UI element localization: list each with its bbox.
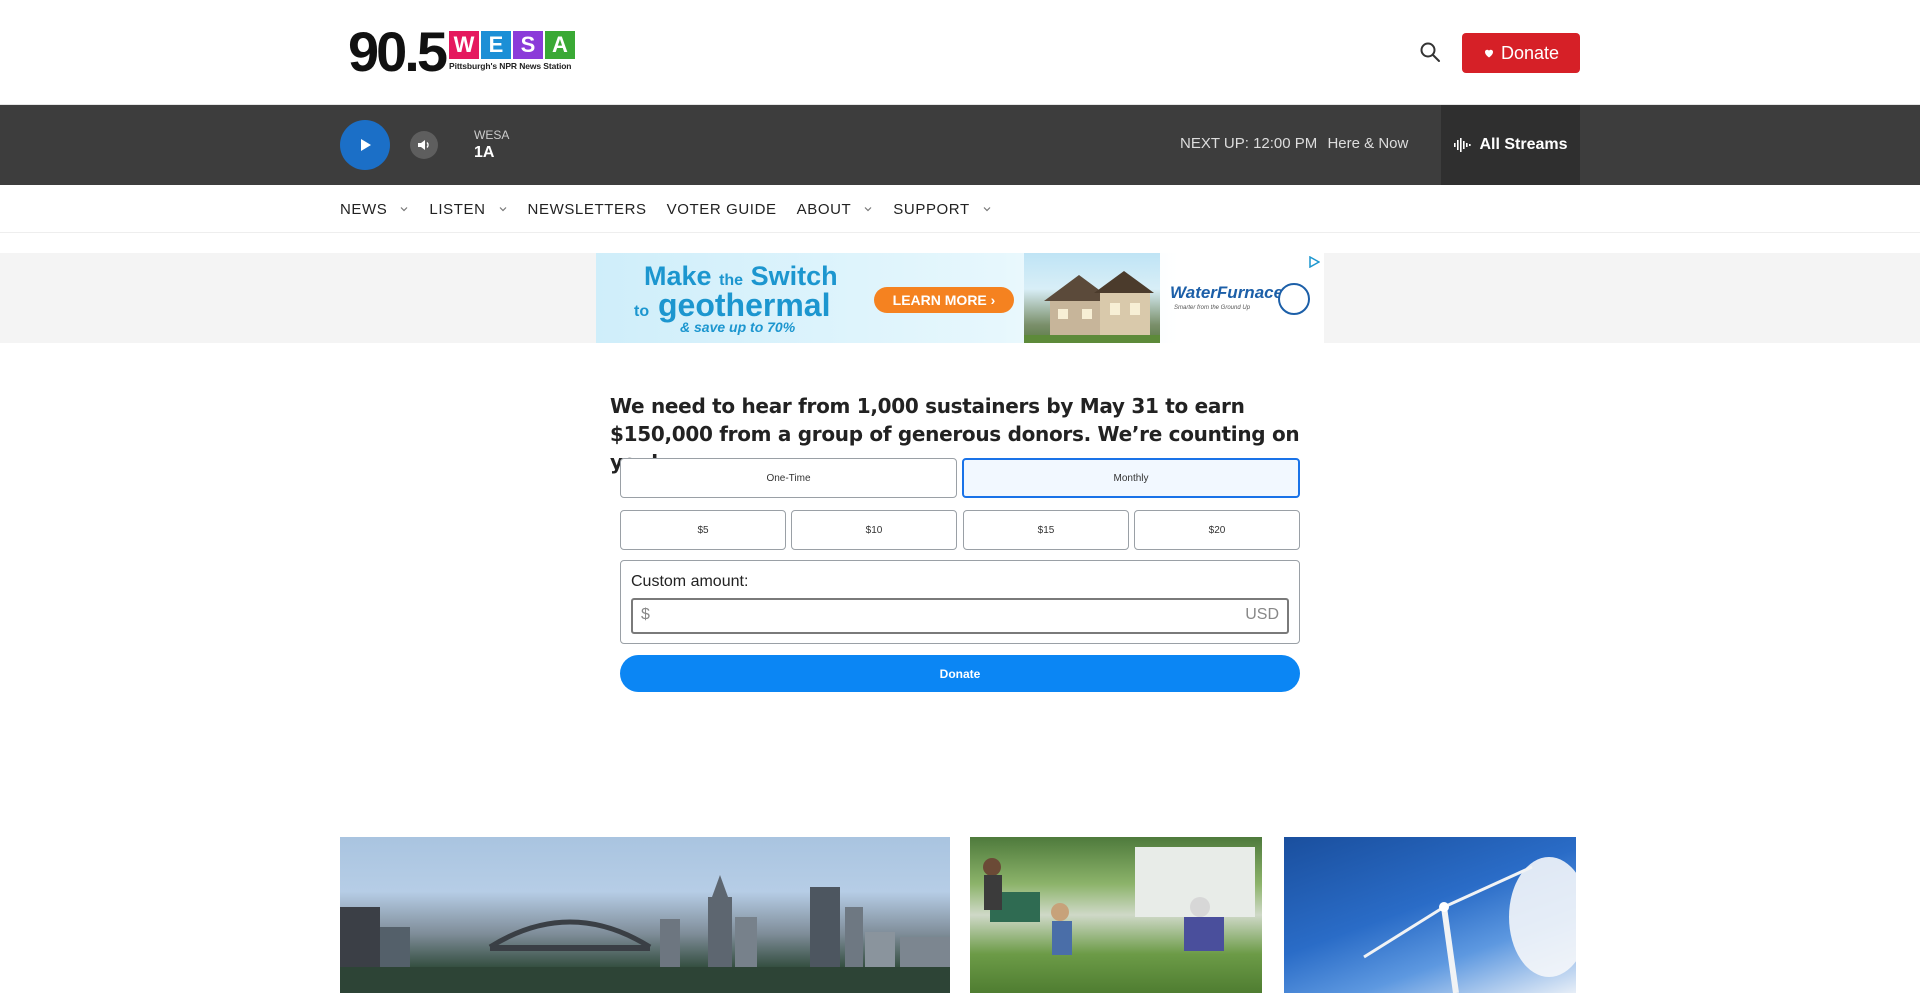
currency-symbol: $	[641, 606, 650, 623]
ad-brand-name: WaterFurnace	[1170, 283, 1284, 302]
nav-item-support[interactable]: SUPPORT	[893, 201, 991, 218]
donate-submit-button[interactable]: Donate	[620, 655, 1300, 692]
nav-item-label: NEWS	[340, 200, 388, 218]
ad-subline: & save up to 70%	[680, 319, 796, 335]
currency-code: USD	[1245, 606, 1279, 623]
live-player-bar: WESA 1A NEXT UP: 12:00 PM Here & Now All…	[0, 105, 1920, 185]
next-up-time: 12:00 PM	[1253, 135, 1318, 152]
nav-item-label: LISTEN	[429, 200, 486, 218]
next-up-show: Here & Now	[1327, 135, 1409, 152]
speaker-icon	[418, 140, 429, 150]
ad-house-image	[1024, 253, 1160, 343]
logo-letter-a: A	[545, 31, 575, 59]
story-image-pittsburgh-skyline[interactable]	[340, 837, 950, 993]
main-navigation: NEWS LISTEN NEWSLETTERS VOTER GUIDE ABOU…	[0, 185, 1920, 233]
next-up-label: NEXT UP:	[1180, 135, 1249, 152]
story-image-wind-turbine[interactable]	[1284, 837, 1576, 993]
all-streams-button[interactable]: All Streams	[1441, 105, 1580, 185]
chevron-down-icon	[400, 207, 408, 212]
ad-banner-region: Make the Switch to geothermal & save up …	[0, 253, 1920, 343]
play-button[interactable]	[340, 120, 390, 170]
advertisement-banner[interactable]: Make the Switch to geothermal & save up …	[596, 253, 1324, 343]
turbine-graphic	[1363, 857, 1576, 993]
amount-5-button[interactable]: $5	[620, 510, 786, 550]
amount-10-button[interactable]: $10	[791, 510, 957, 550]
volume-button[interactable]	[410, 131, 438, 159]
logo-letter-e: E	[481, 31, 511, 59]
ad-text-geothermal: geothermal	[658, 287, 831, 323]
logo-letters: W E S A	[449, 31, 575, 59]
logo-tagline: Pittsburgh's NPR News Station	[449, 61, 572, 71]
player-current-show: 1A	[474, 144, 495, 161]
custom-amount-label: Custom amount:	[631, 573, 749, 590]
nav-item-listen[interactable]: LISTEN	[429, 201, 507, 218]
header-donate-label: Donate	[1500, 42, 1560, 63]
custom-amount-input[interactable]	[631, 598, 1289, 634]
amount-20-button[interactable]: $20	[1134, 510, 1300, 550]
nav-item-newsletters[interactable]: NEWSLETTERS	[528, 201, 647, 218]
chevron-down-icon	[499, 207, 506, 212]
custom-amount-group: Custom amount: $ USD	[620, 560, 1300, 644]
concert-graphic	[983, 847, 1255, 955]
frequency-one-time-button[interactable]: One-Time	[620, 458, 957, 498]
ad-learn-more-button[interactable]: LEARN MORE ›	[874, 287, 1014, 313]
ad-text-to: to	[634, 303, 650, 320]
amount-15-button[interactable]: $15	[963, 510, 1129, 550]
search-icon[interactable]	[1418, 40, 1442, 64]
header-donate-button[interactable]: Donate	[1462, 33, 1580, 73]
all-streams-label: All Streams	[1479, 136, 1568, 153]
site-logo[interactable]: 90.5 W E S A Pittsburgh's NPR News Stati…	[348, 20, 575, 83]
nav-item-label: SUPPORT	[893, 200, 970, 218]
next-up-info: NEXT UP: 12:00 PM Here & Now	[1180, 135, 1408, 152]
skyline-graphic	[340, 875, 950, 993]
nav-item-news[interactable]: NEWS	[340, 201, 409, 218]
nav-item-label: VOTER GUIDE	[666, 200, 777, 218]
ad-badge-icon	[1278, 283, 1310, 315]
chevron-down-icon	[864, 207, 872, 212]
play-icon	[361, 139, 371, 151]
adchoices-icon[interactable]	[1308, 256, 1320, 268]
story-image-outdoor-concert[interactable]	[970, 837, 1262, 993]
logo-frequency: 90.5	[348, 20, 448, 83]
frequency-monthly-button[interactable]: Monthly	[962, 458, 1300, 498]
nav-item-label: NEWSLETTERS	[527, 200, 647, 218]
nav-item-voter-guide[interactable]: VOTER GUIDE	[667, 201, 777, 218]
logo-letter-w: W	[449, 31, 479, 59]
nav-item-label: ABOUT	[796, 200, 852, 218]
audio-wave-icon	[1454, 138, 1472, 152]
chevron-down-icon	[983, 207, 991, 212]
player-station: WESA	[474, 128, 510, 142]
site-header: 90.5 W E S A Pittsburgh's NPR News Stati…	[0, 0, 1920, 105]
heart-icon	[1483, 43, 1495, 64]
nav-item-about[interactable]: ABOUT	[797, 201, 874, 218]
logo-wordmark: W E S A Pittsburgh's NPR News Station	[449, 26, 575, 71]
logo-letter-s: S	[513, 31, 543, 59]
ad-brand-tagline: Smarter from the Ground Up	[1174, 305, 1251, 311]
